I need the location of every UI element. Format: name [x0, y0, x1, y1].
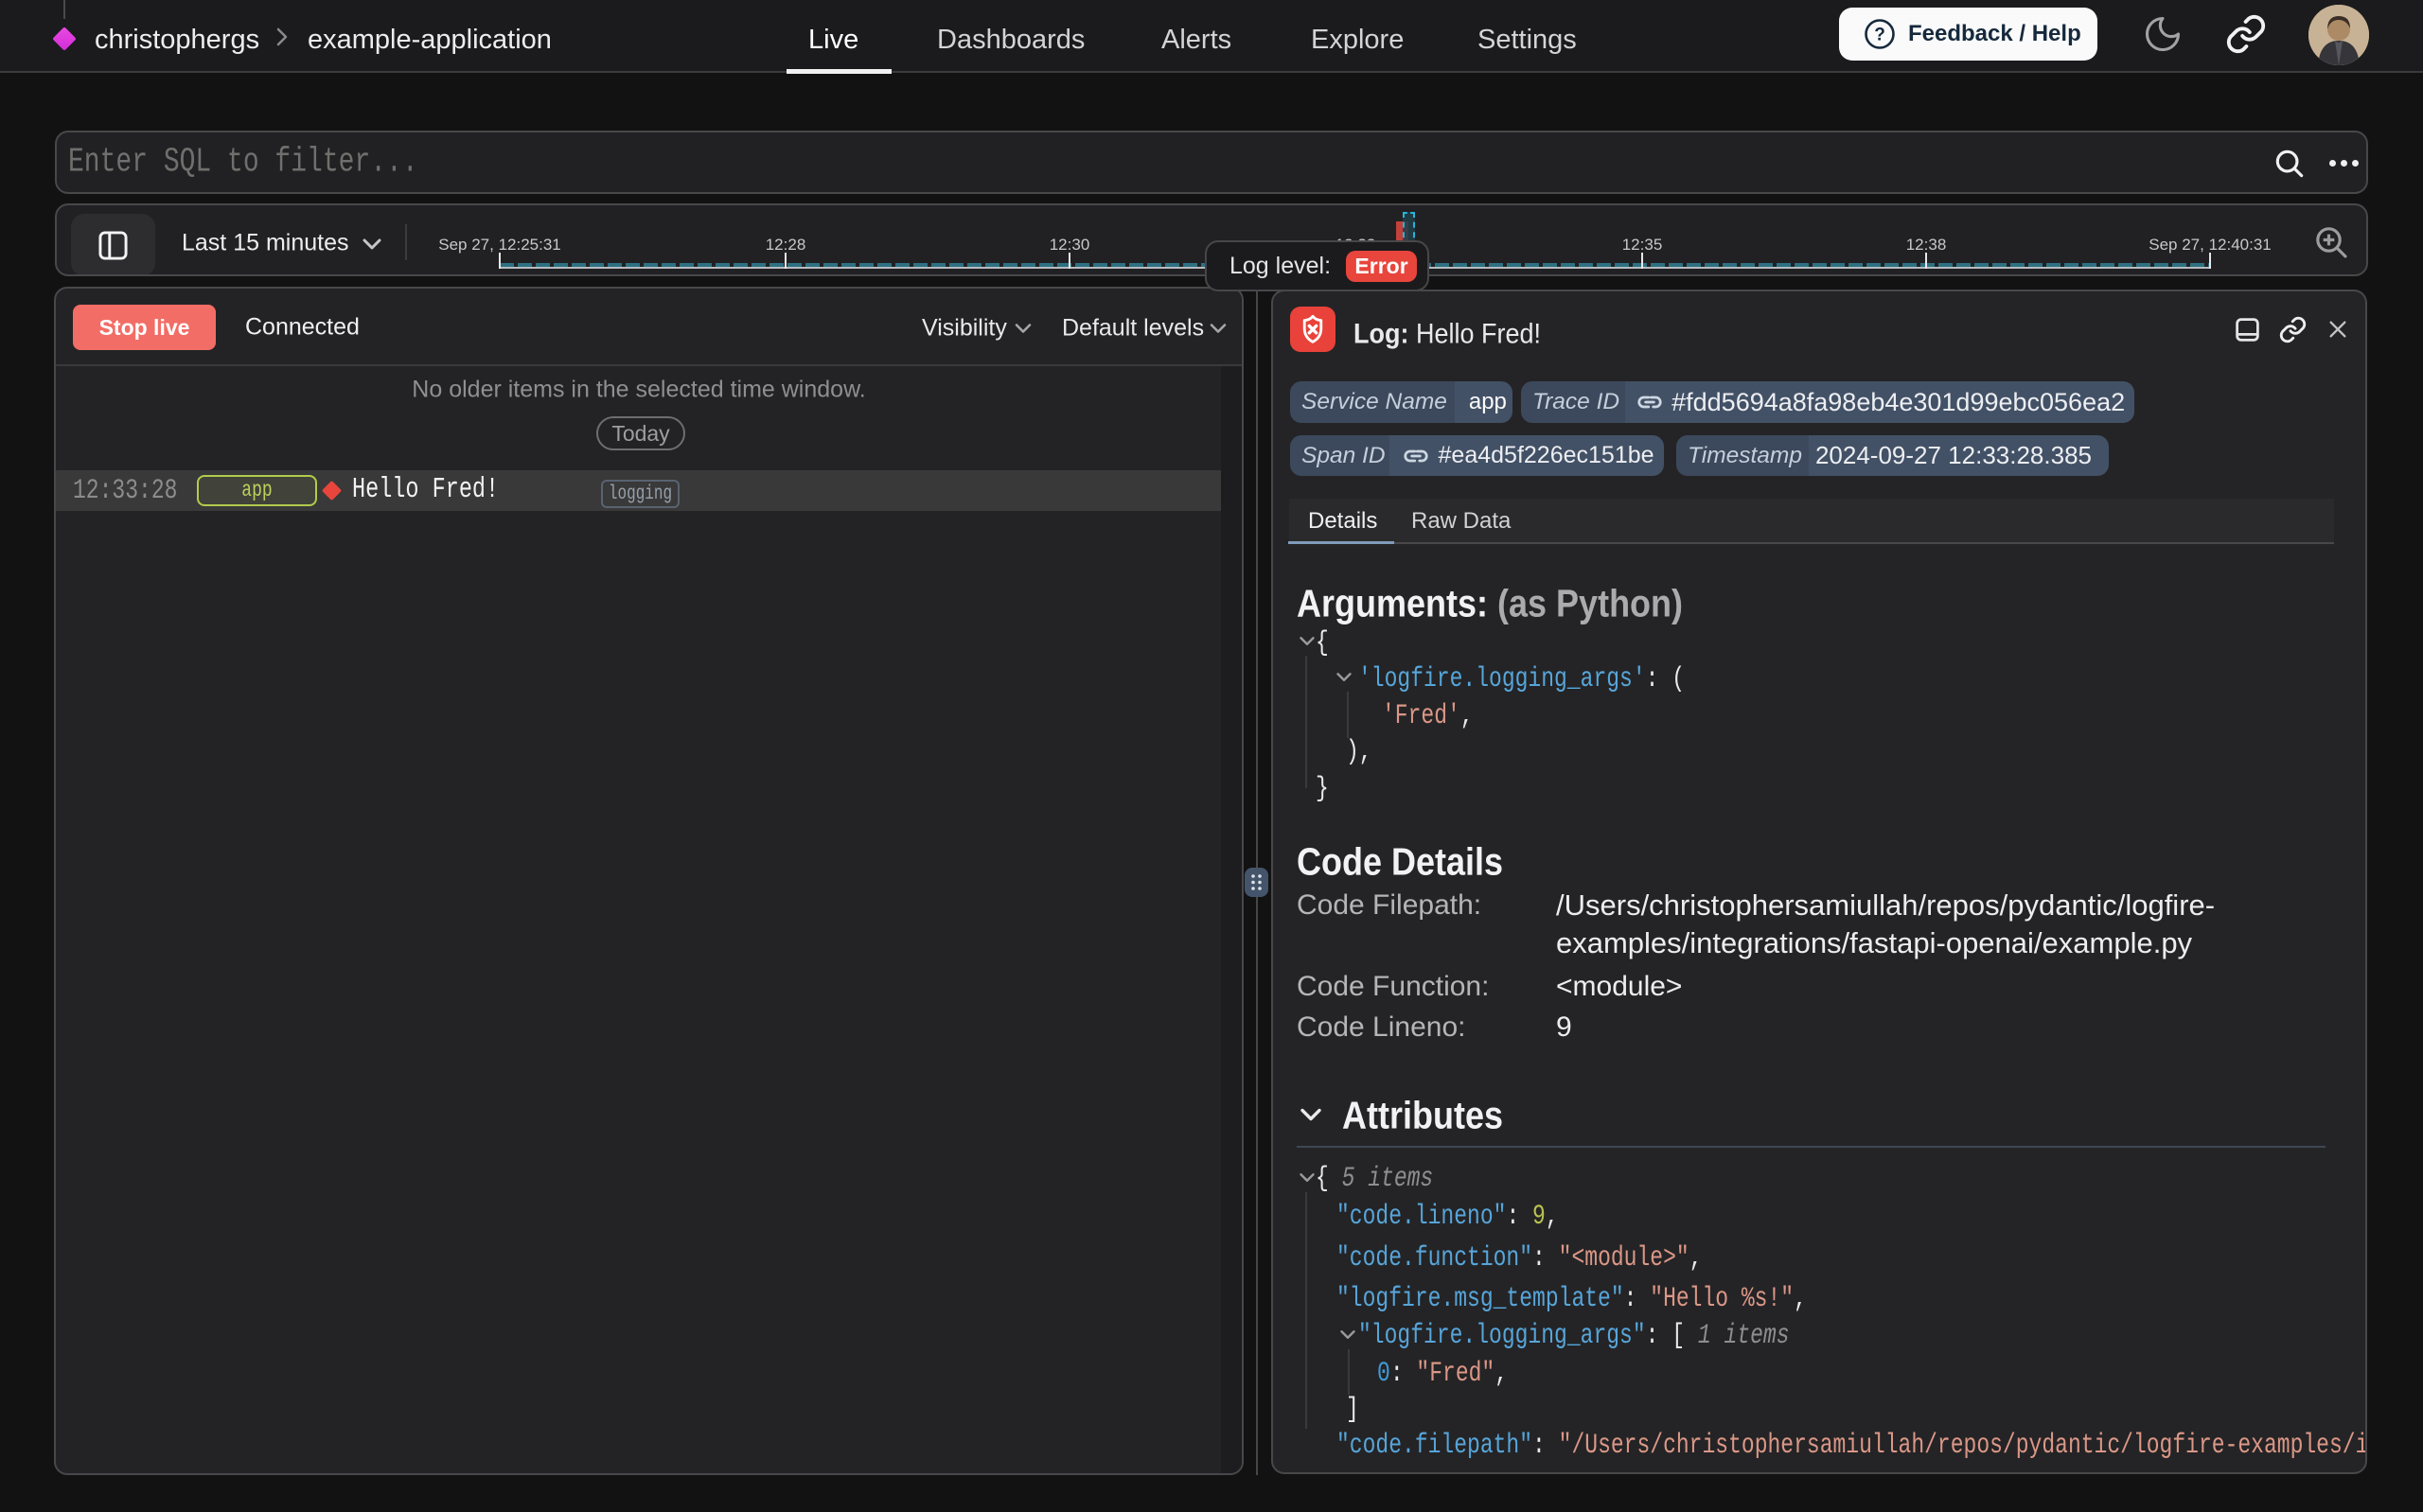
svg-text:?: ? [1874, 26, 1885, 45]
